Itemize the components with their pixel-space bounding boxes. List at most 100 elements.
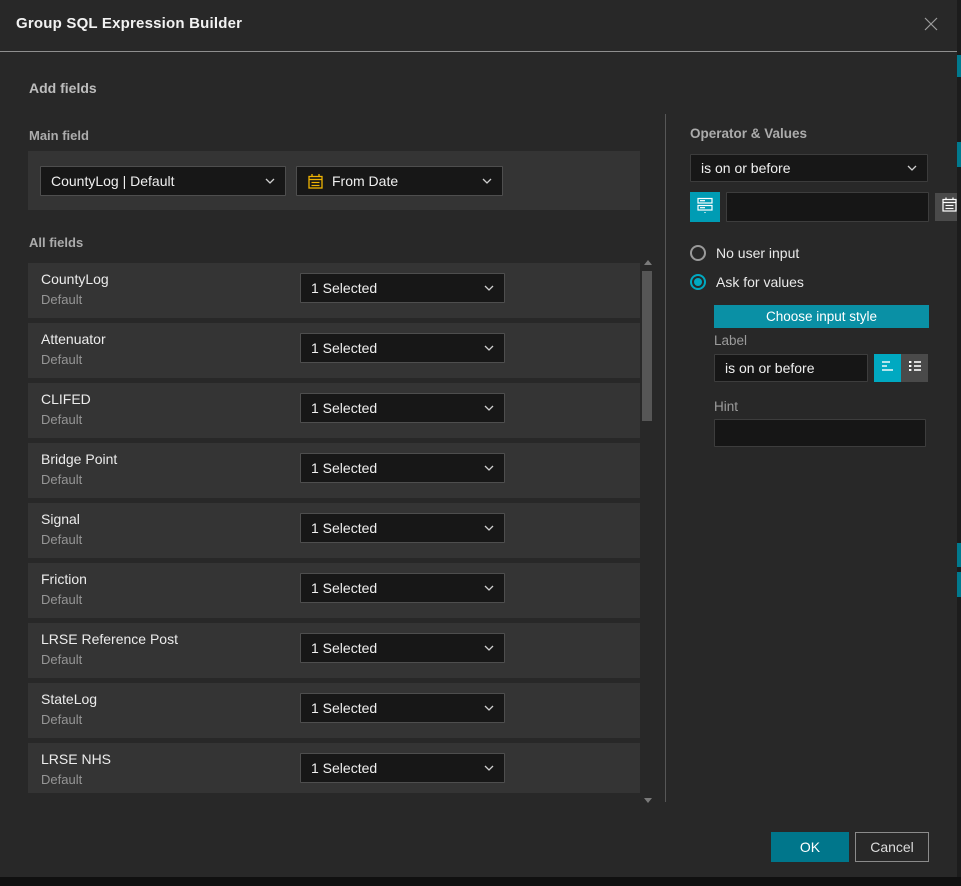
operator-select[interactable]: is on or before	[690, 154, 928, 182]
combo-list-icon	[696, 196, 714, 219]
scroll-down-icon[interactable]	[644, 798, 652, 803]
field-name: Signal	[41, 511, 80, 527]
field-name: Attenuator	[41, 331, 106, 347]
field-sublabel: Default	[41, 712, 82, 727]
ok-button[interactable]: OK	[771, 832, 849, 862]
edge-accent-segment	[957, 572, 961, 597]
edge-accent-segment	[957, 543, 961, 567]
field-selected-dropdown[interactable]: 1 Selected	[300, 393, 505, 423]
field-name: CountyLog	[41, 271, 109, 287]
field-selected-dropdown[interactable]: 1 Selected	[300, 513, 505, 543]
field-selected-value: 1 Selected	[311, 280, 478, 296]
field-selected-dropdown[interactable]: 1 Selected	[300, 633, 505, 663]
field-row-attenuator: Attenuator Default 1 Selected	[28, 323, 640, 378]
hint-caption: Hint	[714, 399, 738, 414]
field-selected-dropdown[interactable]: 1 Selected	[300, 333, 505, 363]
field-selected-dropdown[interactable]: 1 Selected	[300, 453, 505, 483]
field-selected-dropdown[interactable]: 1 Selected	[300, 693, 505, 723]
label-caption: Label	[714, 333, 747, 348]
field-row-lrse-reference-post: LRSE Reference Post Default 1 Selected	[28, 623, 640, 678]
radio-unchecked-icon	[690, 245, 706, 261]
add-fields-heading: Add fields	[29, 80, 97, 96]
field-selected-value: 1 Selected	[311, 400, 478, 416]
field-sublabel: Default	[41, 352, 82, 367]
chevron-down-icon	[484, 765, 494, 771]
field-selected-dropdown[interactable]: 1 Selected	[300, 273, 505, 303]
bulleted-list-icon	[907, 359, 923, 378]
label-input[interactable]	[714, 354, 868, 382]
field-name: Bridge Point	[41, 451, 117, 467]
field-sublabel: Default	[41, 292, 82, 307]
hint-input[interactable]	[714, 419, 926, 447]
main-field-select-value: From Date	[332, 173, 476, 189]
list-scrollbar[interactable]	[641, 256, 654, 806]
unique-values-toggle-button[interactable]	[690, 192, 720, 222]
chevron-down-icon	[484, 585, 494, 591]
edge-accent-segment	[957, 55, 961, 77]
panel-divider	[665, 114, 666, 802]
cancel-button[interactable]: Cancel	[855, 832, 929, 862]
chevron-down-icon	[482, 178, 492, 184]
main-field-select[interactable]: From Date	[296, 166, 503, 196]
close-icon	[923, 16, 939, 37]
radio-label: Ask for values	[716, 274, 804, 290]
chevron-down-icon	[484, 525, 494, 531]
field-selected-value: 1 Selected	[311, 760, 478, 776]
field-selected-value: 1 Selected	[311, 520, 478, 536]
field-name: CLIFED	[41, 391, 91, 407]
chevron-down-icon	[484, 705, 494, 711]
dialog-title: Group SQL Expression Builder	[16, 15, 242, 32]
single-value-style-button[interactable]	[874, 354, 901, 382]
chevron-down-icon	[484, 405, 494, 411]
field-row-countylog: CountyLog Default 1 Selected	[28, 263, 640, 318]
field-sublabel: Default	[41, 412, 82, 427]
all-fields-heading: All fields	[29, 235, 83, 250]
radio-ask-for-values[interactable]: Ask for values	[690, 274, 804, 290]
main-layer-select-value: CountyLog | Default	[51, 173, 259, 189]
field-row-friction: Friction Default 1 Selected	[28, 563, 640, 618]
field-selected-dropdown[interactable]: 1 Selected	[300, 573, 505, 603]
dialog-titlebar: Group SQL Expression Builder	[0, 0, 957, 52]
field-selected-value: 1 Selected	[311, 460, 478, 476]
field-name: Friction	[41, 571, 87, 587]
main-field-panel: CountyLog | Default From Date	[28, 151, 640, 210]
group-sql-expression-builder-dialog: Group SQL Expression Builder Add fields …	[0, 0, 961, 886]
scrollbar-thumb[interactable]	[642, 271, 652, 421]
all-fields-list: CountyLog Default 1 Selected Attenuator …	[28, 258, 640, 793]
page-right-edge	[957, 0, 961, 886]
main-layer-select[interactable]: CountyLog | Default	[40, 166, 286, 196]
field-sublabel: Default	[41, 532, 82, 547]
scroll-up-icon[interactable]	[644, 260, 652, 265]
field-row-clifed: CLIFED Default 1 Selected	[28, 383, 640, 438]
chevron-down-icon	[265, 178, 275, 184]
field-name: LRSE NHS	[41, 751, 111, 767]
close-button[interactable]	[919, 14, 943, 38]
field-row-lrse-nhs: LRSE NHS Default 1 Selected	[28, 743, 640, 793]
list-style-button[interactable]	[901, 354, 928, 382]
field-selected-value: 1 Selected	[311, 580, 478, 596]
field-sublabel: Default	[41, 772, 82, 787]
field-row-bridge-point: Bridge Point Default 1 Selected	[28, 443, 640, 498]
operator-values-heading: Operator & Values	[690, 126, 807, 141]
field-selected-dropdown[interactable]: 1 Selected	[300, 753, 505, 783]
field-sublabel: Default	[41, 592, 82, 607]
calendar-icon	[941, 196, 958, 218]
chevron-down-icon	[484, 345, 494, 351]
choose-input-style-button[interactable]: Choose input style	[714, 305, 929, 328]
value-input[interactable]	[726, 192, 929, 222]
align-left-lines-icon	[880, 359, 896, 378]
radio-checked-icon	[690, 274, 706, 290]
radio-no-user-input[interactable]: No user input	[690, 245, 799, 261]
field-row-statelog: StateLog Default 1 Selected	[28, 683, 640, 738]
chevron-down-icon	[907, 165, 917, 171]
chevron-down-icon	[484, 285, 494, 291]
page-bottom-edge	[0, 877, 961, 886]
edge-accent-segment	[957, 142, 961, 167]
radio-label: No user input	[716, 245, 799, 261]
main-field-heading: Main field	[29, 128, 89, 143]
field-selected-value: 1 Selected	[311, 640, 478, 656]
field-selected-value: 1 Selected	[311, 700, 478, 716]
field-row-signal: Signal Default 1 Selected	[28, 503, 640, 558]
chevron-down-icon	[484, 645, 494, 651]
field-name: StateLog	[41, 691, 97, 707]
